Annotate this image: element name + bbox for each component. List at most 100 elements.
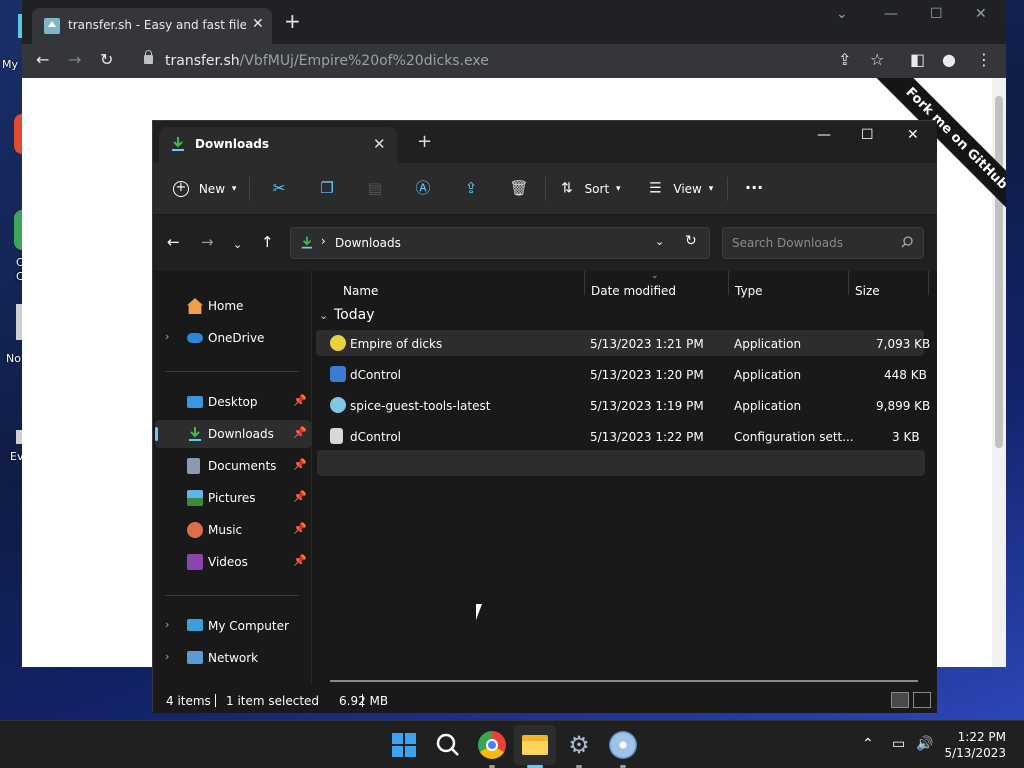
forward-arrow-icon[interactable]: → [201, 235, 214, 250]
pane-splitter[interactable] [311, 271, 312, 685]
file-name: dControl [350, 430, 401, 444]
desktop-icon-2[interactable] [14, 114, 22, 154]
pin-icon[interactable]: 📌 [293, 426, 307, 439]
search-input[interactable]: Search Downloads [722, 227, 924, 259]
sidebar-item-documents[interactable]: Documents 📌 [155, 452, 311, 480]
expand-chevron-icon[interactable]: › [165, 330, 169, 343]
horizontal-scrollbar[interactable] [330, 680, 918, 682]
installer-disc-icon[interactable] [609, 731, 637, 759]
sidebar-item-videos[interactable]: Videos 📌 [155, 548, 311, 576]
file-explorer-icon[interactable] [521, 731, 549, 759]
column-header-size[interactable]: Size [849, 271, 929, 299]
forward-arrow-icon[interactable]: → [68, 52, 81, 68]
share-icon[interactable]: ⇪ [838, 52, 851, 68]
column-header-type[interactable]: Type [729, 271, 849, 299]
url-host: transfer.sh [165, 53, 240, 69]
address-bar[interactable]: transfer.sh/VbfMUj/Empire%20of%20dicks.e… [134, 47, 894, 75]
bookmark-star-icon[interactable]: ☆ [870, 52, 884, 68]
breadcrumb-chevron-icon: › [321, 234, 326, 248]
explorer-address-row: ← → ⌄ ↑ › Downloads ⌄ ↻ Search Downloads [153, 215, 937, 271]
back-arrow-icon[interactable]: ← [36, 52, 49, 68]
view-button[interactable]: ☰ View ▾ [649, 179, 713, 199]
group-collapse-chevron-icon[interactable]: ⌄ [319, 309, 328, 322]
sidebar-item-network[interactable]: › Network [155, 644, 311, 672]
chrome-icon[interactable] [478, 731, 506, 759]
browser-close-button[interactable]: ✕ [975, 6, 987, 22]
desktop-icon-3[interactable] [14, 210, 22, 250]
system-clock[interactable]: 1:22 PM 5/13/2023 [944, 729, 1006, 761]
sidebar-item-home[interactable]: Home [155, 292, 311, 320]
sort-button[interactable]: ⇅ Sort ▾ [561, 179, 621, 199]
details-view-button[interactable] [891, 692, 909, 708]
file-row[interactable]: Empire of dicks 5/13/2023 1:21 PM Applic… [316, 330, 930, 356]
explorer-minimize-button[interactable]: — [817, 127, 831, 143]
file-row[interactable]: dControl 5/13/2023 1:22 PM Configuration… [316, 423, 924, 449]
volume-speaker-icon[interactable]: 🔊 [916, 736, 933, 752]
navigation-pane: Home › OneDrive Desktop 📌 Downloads 📌 Do… [153, 271, 311, 685]
settings-gear-icon[interactable]: ⚙ [565, 731, 593, 759]
column-header-date[interactable]: ⌄ Date modified [585, 271, 729, 299]
show-hidden-icons-chevron-icon[interactable]: ⌃ [862, 736, 874, 752]
refresh-icon[interactable]: ↻ [685, 233, 697, 249]
expand-chevron-icon[interactable]: › [165, 650, 169, 663]
chrome-center [486, 739, 498, 751]
browser-tab[interactable]: transfer.sh - Easy and fast file sharing… [32, 8, 272, 44]
recent-chevron-down-icon[interactable]: ⌄ [233, 237, 242, 252]
explorer-maximize-button[interactable]: ☐ [861, 127, 874, 143]
explorer-close-button[interactable]: ✕ [907, 127, 919, 143]
close-tab-icon[interactable]: ✕ [252, 16, 264, 32]
column-separator[interactable] [928, 271, 929, 295]
sidebar-item-desktop[interactable]: Desktop 📌 [155, 388, 311, 416]
network-status-icon[interactable]: ▭ [892, 736, 905, 752]
explorer-address-box[interactable]: › Downloads ⌄ ↻ [290, 227, 710, 259]
back-arrow-icon[interactable]: ← [167, 235, 180, 250]
pin-icon[interactable]: 📌 [293, 490, 307, 503]
file-row[interactable]: dControl 5/13/2023 1:20 PM Application 4… [316, 361, 927, 387]
address-chevron-down-icon[interactable]: ⌄ [655, 235, 664, 248]
side-panel-icon[interactable]: ◧ [910, 52, 925, 68]
see-more-ellipsis-icon[interactable]: ··· [745, 179, 763, 199]
column-header-name[interactable]: Name [313, 271, 585, 299]
browser-maximize-button[interactable]: ☐ [930, 6, 943, 22]
new-tab-button[interactable]: + [284, 11, 301, 31]
windows-start-icon[interactable] [390, 731, 418, 759]
sidebar-item-label: Downloads [208, 427, 274, 441]
tiles-view-button[interactable] [913, 692, 931, 708]
sidebar-item-music[interactable]: Music 📌 [155, 516, 311, 544]
lock-icon[interactable] [144, 50, 153, 64]
file-row[interactable]: spice-guest-tools-latest 5/13/2023 1:19 … [316, 392, 930, 418]
copy-icon[interactable]: ❐ [317, 179, 337, 199]
sort-button-label: Sort [584, 181, 610, 196]
close-tab-icon[interactable]: ✕ [373, 135, 386, 153]
expand-chevron-icon[interactable]: › [165, 618, 169, 631]
breadcrumb-downloads[interactable]: Downloads [335, 236, 401, 250]
reload-icon[interactable]: ↻ [100, 52, 113, 68]
group-header-today[interactable]: Today [334, 307, 375, 323]
explorer-new-tab-button[interactable]: + [417, 133, 432, 151]
rename-icon[interactable]: Ⓐ [413, 179, 433, 199]
pin-icon[interactable]: 📌 [293, 554, 307, 567]
pin-icon[interactable]: 📌 [293, 458, 307, 471]
explorer-tab-downloads[interactable]: Downloads ✕ [159, 127, 397, 163]
browser-tabstrip: transfer.sh - Easy and fast file sharing… [22, 0, 1006, 44]
pin-icon[interactable]: 📌 [293, 394, 307, 407]
sidebar-item-downloads[interactable]: Downloads 📌 [155, 420, 311, 448]
up-arrow-icon[interactable]: ↑ [261, 235, 274, 250]
delete-trash-icon[interactable]: 🗑 [509, 179, 529, 199]
paste-icon[interactable]: ▤ [365, 179, 385, 199]
sidebar-item-my-computer[interactable]: › My Computer [155, 612, 311, 640]
new-button[interactable]: + New ▾ [173, 179, 236, 199]
pin-icon[interactable]: 📌 [293, 522, 307, 535]
sidebar-item-onedrive[interactable]: › OneDrive [155, 324, 311, 352]
sidebar-item-label: Network [208, 651, 259, 665]
cut-scissors-icon[interactable]: ✂ [269, 179, 289, 199]
url-text[interactable]: transfer.sh/VbfMUj/Empire%20of%20dicks.e… [165, 53, 489, 69]
search-icon[interactable] [434, 731, 462, 759]
menu-kebab-icon[interactable]: ⋮ [976, 52, 992, 68]
sidebar-item-pictures[interactable]: Pictures 📌 [155, 484, 311, 512]
tab-search-icon[interactable]: ⌄ [836, 6, 848, 22]
share-icon[interactable]: ⇪ [461, 179, 481, 199]
profile-icon[interactable]: ● [942, 52, 956, 68]
chevron-down-icon: ▾ [708, 183, 714, 194]
browser-minimize-button[interactable]: — [884, 6, 898, 22]
